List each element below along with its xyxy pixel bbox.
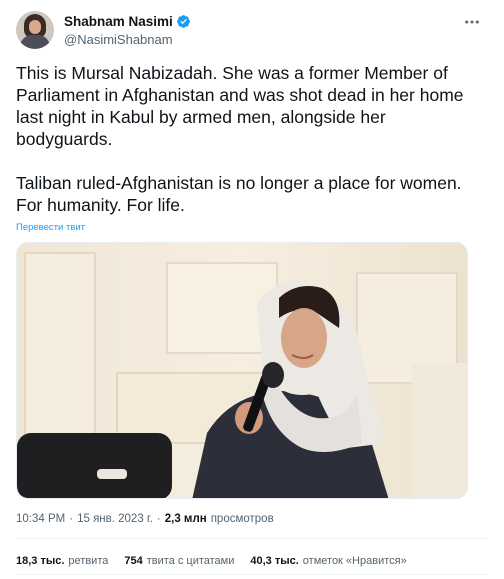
likes-label: отметок «Нравится»: [302, 555, 407, 567]
tweet-stats: 18,3 тыс. ретвита 754 твита с цитатами 4…: [16, 555, 423, 567]
quotes-label: твита с цитатами: [146, 555, 235, 567]
quotes-stat[interactable]: 754 твита с цитатами: [124, 555, 234, 567]
retweets-stat[interactable]: 18,3 тыс. ретвита: [16, 555, 108, 567]
author-handle[interactable]: @NasimiShabnam: [64, 32, 191, 47]
verified-badge-icon: [176, 14, 191, 29]
retweets-label: ретвита: [68, 555, 109, 567]
divider-bottom: [16, 574, 488, 575]
tweet-header: Shabnam Nasimi @NasimiShabnam: [16, 10, 488, 50]
views-count: 2,3 млн: [164, 513, 207, 525]
tweet-photo[interactable]: [16, 242, 468, 499]
meta-separator: ·: [69, 513, 74, 525]
more-horizontal-icon[interactable]: [460, 12, 484, 32]
divider: [16, 538, 488, 539]
likes-count: 40,3 тыс.: [250, 555, 299, 567]
author-names: Shabnam Nasimi @NasimiShabnam: [64, 14, 191, 47]
quotes-count: 754: [124, 555, 143, 567]
retweets-count: 18,3 тыс.: [16, 555, 65, 567]
author-name[interactable]: Shabnam Nasimi: [64, 14, 173, 29]
likes-stat[interactable]: 40,3 тыс. отметок «Нравится»: [250, 555, 406, 567]
tweet-time[interactable]: 10:34 PM: [16, 513, 65, 525]
translate-link[interactable]: Перевести твит: [16, 222, 85, 233]
tweet-date[interactable]: 15 янв. 2023 г.: [77, 513, 153, 525]
avatar[interactable]: [16, 11, 54, 49]
tweet-meta: 10:34 PM · 15 янв. 2023 г. · 2,3 млн про…: [16, 513, 274, 525]
tweet-text: This is Mursal Nabizadah. She was a form…: [16, 63, 464, 215]
views-label: просмотров: [210, 513, 274, 525]
meta-separator-2: ·: [156, 513, 161, 525]
